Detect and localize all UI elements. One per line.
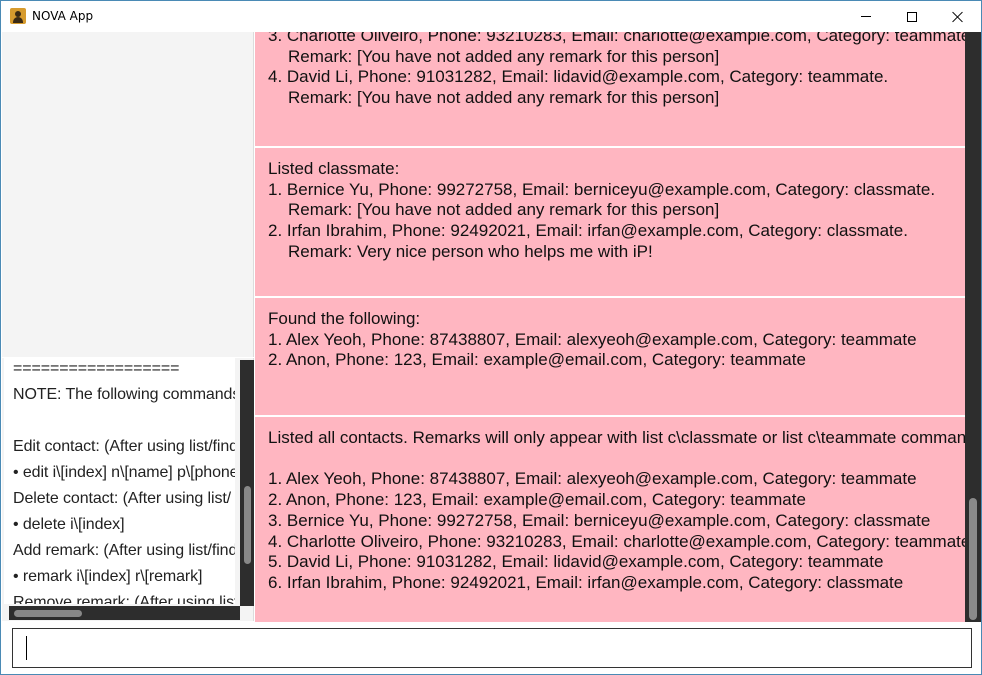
help-text-area[interactable]: ================== NOTE: The following co… [4, 358, 235, 604]
result-line: Found the following: [268, 309, 421, 328]
result-card: Found the following: 1. Alex Yeoh, Phone:… [255, 298, 965, 415]
title-bar[interactable]: NOVA App [1, 1, 981, 32]
help-line: Add remark: (After using list/find [13, 542, 235, 559]
result-line: Remark: [You have not added any remark f… [288, 88, 720, 108]
command-input[interactable] [12, 628, 972, 668]
command-area [2, 622, 981, 674]
minimize-button[interactable] [843, 1, 889, 32]
close-icon [952, 11, 964, 23]
help-line: • remark i\[index] r\[remark] [13, 568, 203, 585]
result-line: 1. Alex Yeoh, Phone: 87438807, Email: al… [268, 469, 917, 489]
minimize-icon [861, 16, 871, 17]
text-caret [26, 636, 27, 660]
result-line: 6. Irfan Ibrahim, Phone: 92492021, Email… [268, 572, 904, 592]
result-line: 1. Alex Yeoh, Phone: 87438807, Email: al… [268, 329, 917, 349]
help-panel: ================== NOTE: The following co… [2, 358, 254, 621]
help-line: NOTE: The following commands [13, 386, 235, 403]
help-vertical-scroll-thumb[interactable] [244, 486, 251, 564]
result-vertical-scrollbar[interactable] [965, 32, 981, 622]
help-line: ================== [13, 360, 180, 377]
left-placeholder-panel [2, 32, 254, 357]
result-line: 1. Bernice Yu, Phone: 99272758, Email: b… [268, 179, 936, 199]
maximize-icon [907, 11, 917, 22]
result-line: 4. Charlotte Oliveiro, Phone: 93210283, … [268, 531, 965, 551]
maximize-button[interactable] [889, 1, 935, 32]
result-line: 3. Charlotte Oliveiro, Phone: 93210283, … [268, 32, 965, 45]
result-line: Remark: [You have not added any remark f… [288, 46, 720, 66]
result-line: Listed classmate: [268, 159, 400, 178]
help-line: • delete i\[index] [13, 516, 125, 533]
help-vertical-scrollbar[interactable] [240, 360, 254, 606]
help-horizontal-scrollbar[interactable] [9, 606, 240, 620]
result-line: Remark: Very nice person who helps me wi… [288, 241, 653, 261]
result-line: Listed all contacts. Remarks will only a… [268, 428, 965, 447]
window-title: NOVA App [32, 9, 94, 23]
help-line: • edit i\[index] n\[name] p\[phone] [13, 464, 235, 481]
result-scroll-thumb[interactable] [969, 498, 977, 620]
result-card: 3. Charlotte Oliveiro, Phone: 93210283, … [255, 32, 965, 146]
result-line: 3. Bernice Yu, Phone: 99272758, Email: b… [268, 510, 931, 530]
result-card: Listed all contacts. Remarks will only a… [255, 417, 965, 622]
app-icon [10, 8, 26, 24]
close-button[interactable] [935, 1, 981, 32]
result-line: 2. Anon, Phone: 123, Email: example@emai… [268, 350, 806, 370]
result-line: 2. Anon, Phone: 123, Email: example@emai… [268, 490, 806, 510]
result-line: Remark: [You have not added any remark f… [288, 200, 720, 220]
result-line: 2. Irfan Ibrahim, Phone: 92492021, Email… [268, 221, 908, 241]
app-window: NOVA App ================== NOTE: The fol… [0, 0, 982, 675]
result-line: 4. David Li, Phone: 91031282, Email: lid… [268, 67, 889, 87]
help-line: Remove remark: (After using list [13, 594, 235, 604]
result-card: Listed classmate: 1. Bernice Yu, Phone: 9… [255, 148, 965, 296]
result-list[interactable]: 3. Charlotte Oliveiro, Phone: 93210283, … [255, 32, 965, 622]
help-line: Edit contact: (After using list/find [13, 438, 235, 455]
help-horizontal-scroll-thumb[interactable] [14, 610, 82, 617]
help-line: Delete contact: (After using list/ [13, 490, 232, 507]
result-line: 5. David Li, Phone: 91031282, Email: lid… [268, 552, 884, 572]
